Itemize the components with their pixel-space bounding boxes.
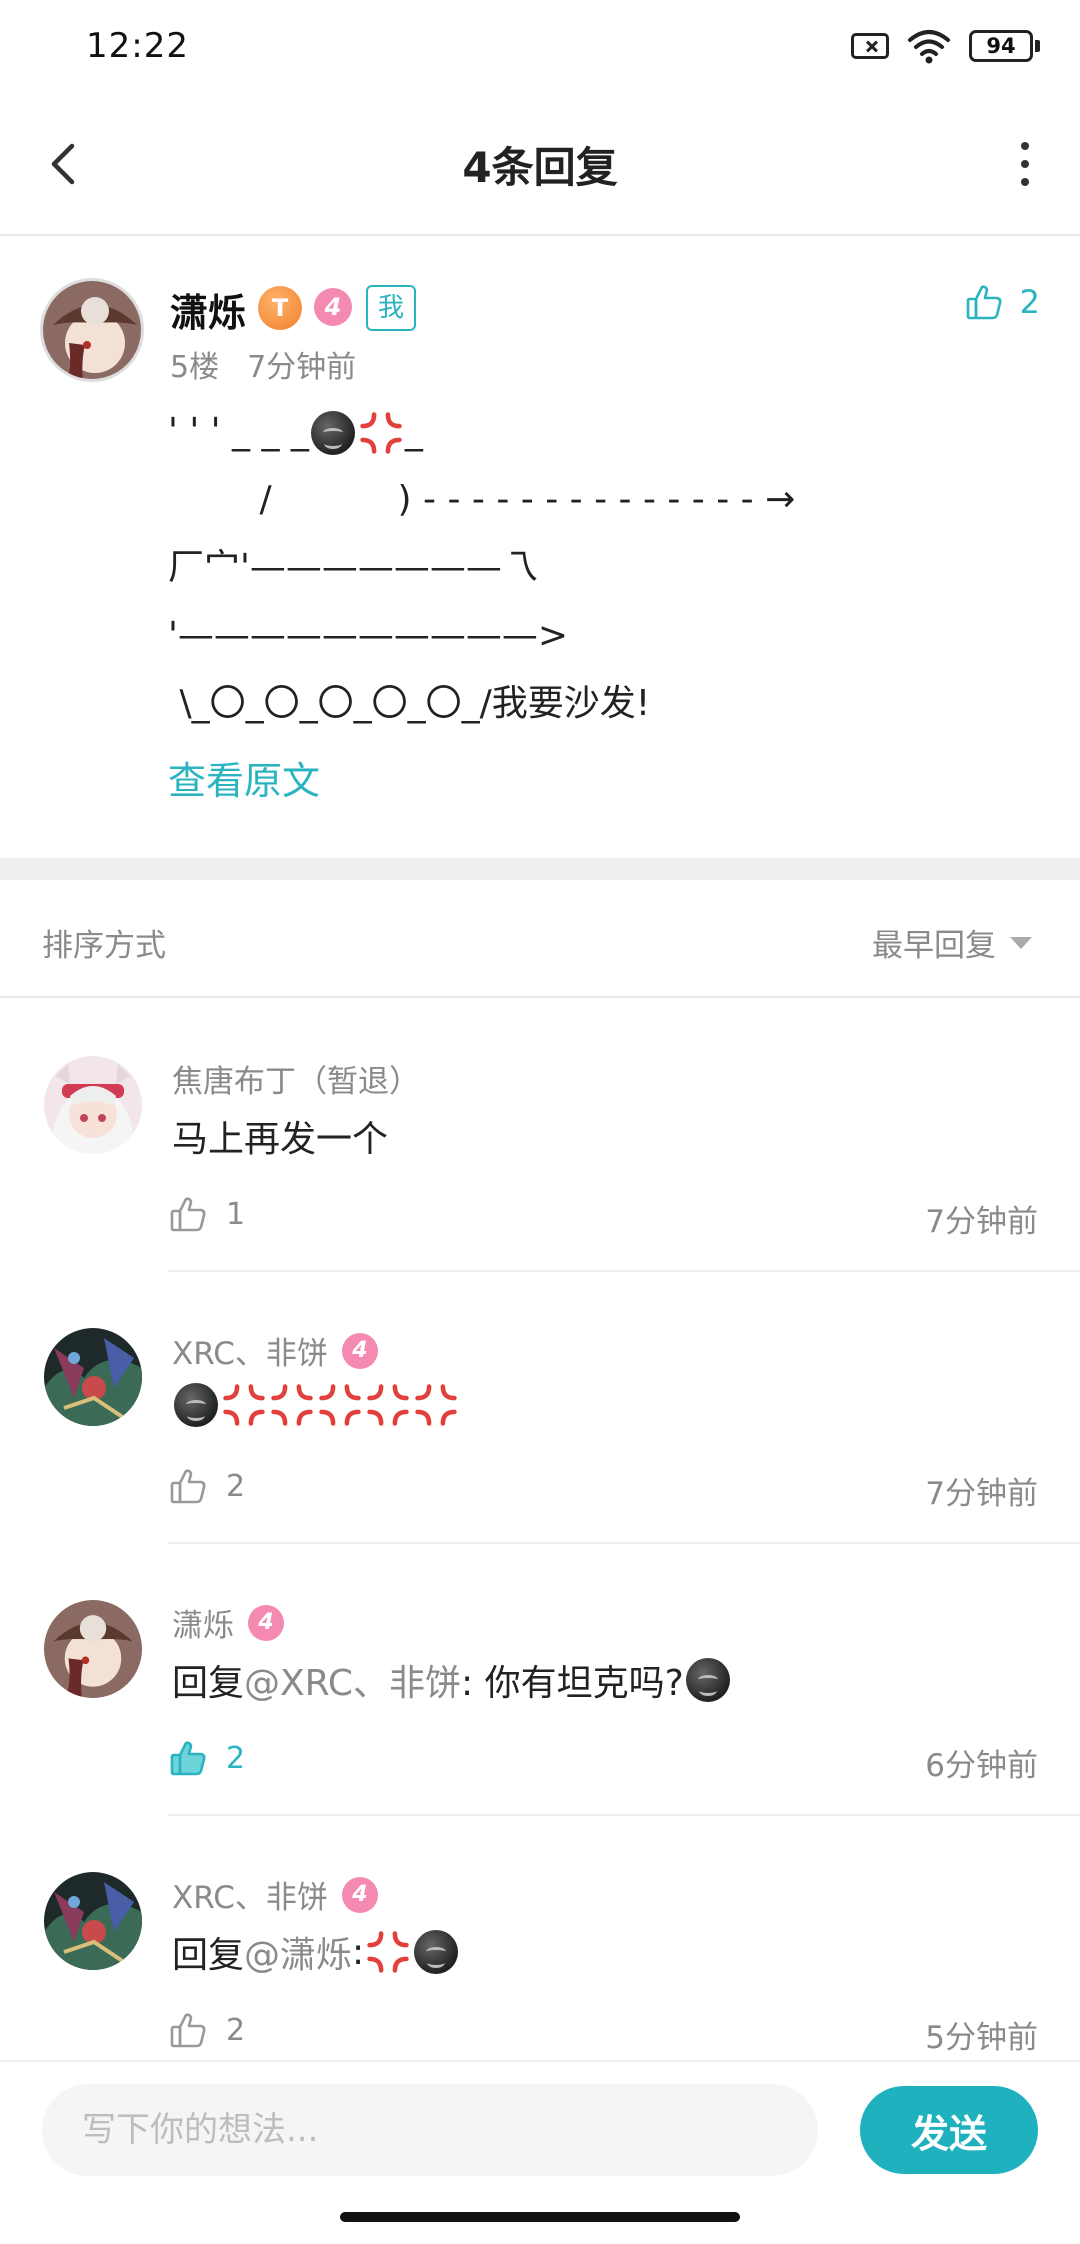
reply-author[interactable]: XRC、非饼 4 <box>172 1328 378 1373</box>
reply-item[interactable]: XRC、非饼 4 回复 @潇烁: 2 5分钟前 <box>0 1816 1080 2088</box>
dark-face-emoji-icon <box>685 1658 730 1702</box>
chevron-down-icon <box>1010 936 1032 949</box>
status-bar: 12:22 94 <box>0 0 1080 92</box>
post-line: ' ' ' _ _ _ _ <box>168 398 1048 466</box>
thumbs-up-icon <box>168 1194 208 1234</box>
reply-author[interactable]: 潇烁 4 <box>172 1600 284 1645</box>
avatar[interactable] <box>44 1600 142 1698</box>
post-line: / ) - - - - - - - - - - - - - - → <box>168 479 796 520</box>
post-like-count: 2 <box>1019 283 1040 321</box>
anger-emoji-icon <box>221 1382 267 1428</box>
avatar[interactable] <box>44 1872 142 1970</box>
view-original-link[interactable]: 查看原文 <box>168 750 320 805</box>
anger-emoji-icon <box>269 1382 315 1428</box>
tg-badge-icon: T <box>258 286 302 330</box>
reply-text <box>172 1382 460 1428</box>
status-time: 12:22 <box>86 26 189 66</box>
post-author[interactable]: 潇烁 <box>170 282 246 337</box>
post-line: '——————————> <box>168 615 569 656</box>
thumbs-up-icon <box>168 2010 208 2050</box>
more-button[interactable] <box>1010 136 1040 192</box>
page-title: 4条回复 <box>462 143 618 192</box>
anger-emoji-icon <box>365 1382 411 1428</box>
post-time: 7分钟前 <box>247 350 357 385</box>
comment-input[interactable] <box>42 2084 818 2176</box>
status-icons: 94 <box>851 28 1040 64</box>
dark-face-emoji-icon <box>174 1383 218 1427</box>
send-button[interactable]: 发送 <box>860 2086 1038 2174</box>
level-badge: 4 <box>248 1604 284 1641</box>
reply-like-count: 2 <box>226 2012 246 2048</box>
reply-text: 马上再发一个 <box>172 1119 389 1160</box>
thumbs-up-icon <box>168 1738 208 1778</box>
section-divider <box>0 858 1080 880</box>
battery-icon: 94 <box>969 30 1040 62</box>
no-sim-icon <box>851 33 889 59</box>
wifi-icon <box>908 30 950 64</box>
level-badge: 4 <box>341 1332 378 1369</box>
reply-author[interactable]: XRC、非饼 4 <box>172 1872 378 1917</box>
reply-time: 5分钟前 <box>925 2020 1038 2056</box>
me-tag: 我 <box>366 285 417 331</box>
anger-emoji-icon <box>358 410 404 456</box>
anger-emoji-icon <box>413 1382 459 1428</box>
avatar[interactable] <box>40 278 144 382</box>
anger-emoji-icon <box>365 1929 411 1975</box>
sort-bar: 排序方式 最早回复 <box>0 880 1080 998</box>
post-floor: 5楼 <box>170 350 220 385</box>
reply-time: 7分钟前 <box>925 1204 1038 1240</box>
reply-time: 7分钟前 <box>925 1476 1038 1512</box>
more-vertical-icon <box>1021 142 1029 150</box>
reply-time: 6分钟前 <box>925 1748 1038 1784</box>
post-body: ' ' ' _ _ _ _ / ) - - - - - - - - - - - -… <box>168 398 1048 738</box>
post-meta: 5楼 7分钟前 <box>170 342 356 386</box>
thumbs-up-icon <box>168 1466 208 1506</box>
post-like-button[interactable]: 2 <box>964 282 1040 322</box>
reply-item[interactable]: 焦唐布丁（暂退） 马上再发一个 1 7分钟前 <box>0 1000 1080 1272</box>
level-badge: 4 <box>314 288 352 326</box>
level-badge: 4 <box>341 1876 378 1913</box>
anger-emoji-icon <box>317 1382 363 1428</box>
dark-face-emoji-icon <box>414 1930 459 1974</box>
avatar[interactable] <box>44 1056 142 1154</box>
post-line: \_〇_〇_〇_〇_〇_/我要沙发! <box>168 683 651 724</box>
home-indicator[interactable] <box>340 2212 740 2222</box>
reply-like-button[interactable]: 2 <box>168 1466 245 1506</box>
comment-input-bar: 发送 <box>0 2060 1080 2200</box>
mention-link[interactable]: @XRC、非饼 <box>244 1654 461 1706</box>
reply-item[interactable]: 潇烁 4 回复 @XRC、非饼: 你有坦克吗? 2 6分钟前 <box>0 1544 1080 1816</box>
reply-like-button[interactable]: 2 <box>168 2010 245 2050</box>
reply-author[interactable]: 焦唐布丁（暂退） <box>172 1056 420 1101</box>
dark-face-emoji-icon <box>310 411 355 455</box>
header: 4条回复 <box>0 92 1080 236</box>
reply-like-button[interactable]: 2 <box>168 1738 245 1778</box>
avatar[interactable] <box>44 1328 142 1426</box>
main-post: 潇烁 T 4 我 2 5楼 7分钟前 ' ' ' _ _ _ _ / ) - - -… <box>0 238 1080 858</box>
post-line: 厂宀'———————乁 <box>168 547 538 588</box>
sort-dropdown[interactable]: 最早回复 <box>872 920 1032 965</box>
reply-like-count: 2 <box>226 1740 246 1776</box>
reply-item[interactable]: XRC、非饼 4 2 7分钟前 <box>0 1272 1080 1544</box>
reply-like-button[interactable]: 1 <box>168 1194 245 1234</box>
reply-text: 回复 @潇烁: <box>172 1926 460 1978</box>
thumbs-up-icon <box>964 282 1004 322</box>
sort-label: 排序方式 <box>42 928 166 964</box>
battery-level: 94 <box>969 30 1033 62</box>
reply-text: 回复 @XRC、非饼: 你有坦克吗? <box>172 1654 732 1706</box>
mention-link[interactable]: @潇烁 <box>244 1926 352 1978</box>
sort-value: 最早回复 <box>872 928 996 964</box>
reply-like-count: 1 <box>226 1196 246 1232</box>
reply-like-count: 2 <box>226 1468 246 1504</box>
